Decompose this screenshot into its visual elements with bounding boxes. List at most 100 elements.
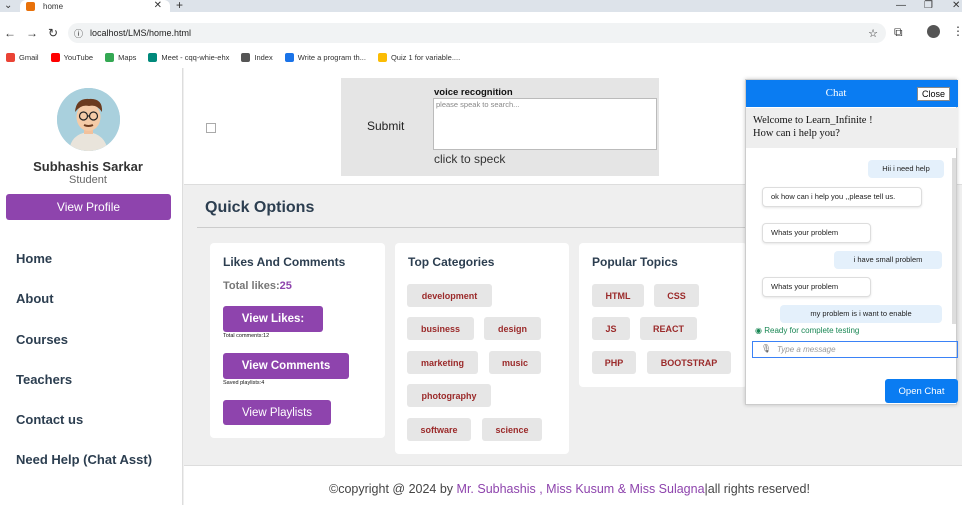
category-science[interactable]: science bbox=[482, 418, 542, 441]
topic-js[interactable]: JS bbox=[592, 317, 630, 340]
url-text: localhost/LMS/home.html bbox=[90, 28, 192, 38]
url-field[interactable]: ⓘ localhost/LMS/home.html ☆ bbox=[68, 23, 886, 43]
view-playlists-button[interactable]: View Playlists bbox=[223, 400, 331, 425]
chat-welcome: Welcome to Learn_Infinite ! How can i he… bbox=[746, 108, 958, 148]
topic-php[interactable]: PHP bbox=[592, 351, 636, 374]
close-window-icon[interactable]: ✕ bbox=[952, 0, 960, 11]
chat-status: ◉ Ready for complete testing bbox=[755, 326, 859, 335]
view-comments-button[interactable]: View Comments bbox=[223, 353, 349, 379]
user-role: Student bbox=[69, 174, 107, 186]
copyright-text: ©copyright @ 2024 by Mr. Subhashis , Mis… bbox=[329, 482, 810, 496]
nav-contact-us[interactable]: Contact us bbox=[16, 412, 83, 427]
saved-playlists: Saved playlists:4 bbox=[223, 380, 265, 386]
bookmark-label: Index bbox=[254, 52, 273, 62]
bookmark-favicon-icon bbox=[6, 52, 15, 62]
bookmark-label: Maps bbox=[118, 52, 137, 62]
bookmark-label: Write a program th... bbox=[297, 52, 366, 62]
chat-header: Chat Close bbox=[746, 80, 958, 107]
topic-react[interactable]: REACT bbox=[640, 317, 697, 340]
popular-topics-card: Popular Topics HTML CSS JS REACT PHP BOO… bbox=[579, 243, 747, 387]
bookmark-item[interactable]: Gmail bbox=[6, 52, 39, 62]
profile-avatar-icon[interactable] bbox=[927, 25, 940, 38]
chat-message-user: i have small problem bbox=[834, 251, 942, 269]
nav-courses[interactable]: Courses bbox=[16, 332, 68, 347]
close-tab-icon[interactable]: ✕ bbox=[154, 0, 162, 12]
footer: ©copyright @ 2024 by Mr. Subhashis , Mis… bbox=[184, 465, 962, 505]
chat-message-bot: Whats your problem bbox=[762, 223, 871, 243]
chat-message-user: my problem is i want to enable bbox=[780, 305, 942, 323]
extensions-icon[interactable]: ⧉ bbox=[894, 25, 903, 40]
browser-menu-icon[interactable]: ⋮ bbox=[952, 24, 962, 38]
new-tab-icon[interactable]: + bbox=[176, 0, 183, 11]
nav-home[interactable]: Home bbox=[16, 251, 52, 266]
chat-close-button[interactable]: Close bbox=[917, 87, 950, 101]
bookmark-item[interactable]: Index bbox=[241, 52, 273, 62]
nav-about[interactable]: About bbox=[16, 291, 54, 306]
category-design[interactable]: design bbox=[484, 317, 541, 340]
chat-scrollbar[interactable] bbox=[952, 158, 956, 324]
bookmark-favicon-icon bbox=[105, 52, 115, 62]
bookmark-favicon-icon bbox=[50, 52, 60, 62]
topic-html[interactable]: HTML bbox=[592, 284, 644, 307]
bookmark-label: Meet - cqq-whie-ehx bbox=[161, 52, 230, 62]
chat-messages: Hii i need help ok how can i help you ,,… bbox=[754, 158, 950, 324]
restore-icon[interactable]: ❐ bbox=[924, 0, 933, 11]
sidebar: Subhashis Sarkar Student View Profile Ho… bbox=[0, 68, 183, 505]
browser-tab[interactable]: home ✕ bbox=[20, 0, 170, 12]
broken-image-icon bbox=[206, 123, 216, 133]
bookmark-favicon-icon bbox=[241, 52, 251, 62]
chat-title: Chat bbox=[825, 87, 847, 99]
quick-options-title: Quick Options bbox=[205, 199, 315, 216]
view-likes-button[interactable]: View Likes: bbox=[223, 306, 323, 332]
bookmark-favicon-icon bbox=[284, 52, 294, 62]
click-to-speak-button[interactable]: click to speck bbox=[434, 152, 505, 166]
bookmark-favicon-icon bbox=[377, 52, 387, 62]
topic-css[interactable]: CSS bbox=[654, 284, 699, 307]
categories-card-title: Top Categories bbox=[408, 255, 495, 269]
bookmark-star-icon[interactable]: ☆ bbox=[868, 27, 878, 40]
category-marketing[interactable]: marketing bbox=[407, 351, 478, 374]
user-name: Subhashis Sarkar bbox=[33, 159, 143, 174]
bookmark-item[interactable]: YouTube bbox=[50, 52, 93, 62]
total-likes-value: 25 bbox=[279, 280, 292, 292]
avatar bbox=[57, 88, 120, 151]
category-development[interactable]: development bbox=[407, 284, 492, 307]
bookmark-item[interactable]: Maps bbox=[105, 52, 137, 62]
likes-comments-card: Likes And Comments Total likes:25 View L… bbox=[210, 243, 385, 438]
category-music[interactable]: music bbox=[489, 351, 541, 374]
chat-message-bot: Whats your problem bbox=[762, 277, 871, 297]
voice-title: voice recognition bbox=[434, 87, 513, 98]
likes-card-title: Likes And Comments bbox=[223, 255, 346, 269]
tab-title: home bbox=[43, 1, 64, 11]
category-business[interactable]: business bbox=[407, 317, 474, 340]
nav-need-help[interactable]: Need Help (Chat Asst) bbox=[16, 452, 152, 467]
tab-search-icon[interactable]: ⌄ bbox=[4, 0, 12, 11]
minimize-icon[interactable]: — bbox=[896, 0, 906, 11]
voice-textarea[interactable]: please speak to search... bbox=[433, 98, 657, 150]
bookmark-favicon-icon bbox=[148, 52, 158, 62]
chat-input-placeholder: Type a message bbox=[777, 345, 836, 354]
bookmark-item[interactable]: Quiz 1 for variable.... bbox=[377, 52, 460, 62]
tab-favicon-icon bbox=[26, 1, 35, 11]
bookmark-item[interactable]: Write a program th... bbox=[284, 52, 366, 62]
mic-icon[interactable]: 🎙 bbox=[761, 344, 771, 353]
forward-icon[interactable]: → bbox=[26, 26, 38, 40]
nav-teachers[interactable]: Teachers bbox=[16, 372, 72, 387]
reload-icon[interactable]: ↻ bbox=[48, 26, 58, 40]
category-software[interactable]: software bbox=[407, 418, 471, 441]
top-categories-card: Top Categories development business desi… bbox=[395, 243, 569, 454]
category-photography[interactable]: photography bbox=[407, 384, 491, 407]
back-icon[interactable]: ← bbox=[4, 26, 16, 40]
total-likes: Total likes:25 bbox=[223, 280, 292, 292]
site-info-icon[interactable]: ⓘ bbox=[74, 27, 83, 40]
chat-message-input[interactable]: 🎙 Type a message bbox=[752, 341, 958, 358]
open-chat-button[interactable]: Open Chat bbox=[885, 379, 958, 403]
topic-bootstrap[interactable]: BOOTSTRAP bbox=[647, 351, 731, 374]
welcome-line-2: How can i help you? bbox=[753, 128, 840, 139]
total-likes-label: Total likes: bbox=[223, 280, 280, 292]
copyright-suffix: |all rights reserved! bbox=[704, 482, 810, 496]
submit-button[interactable]: Submit bbox=[367, 119, 404, 133]
divider bbox=[197, 227, 745, 228]
view-profile-button[interactable]: View Profile bbox=[6, 194, 171, 220]
bookmark-item[interactable]: Meet - cqq-whie-ehx bbox=[148, 52, 230, 62]
